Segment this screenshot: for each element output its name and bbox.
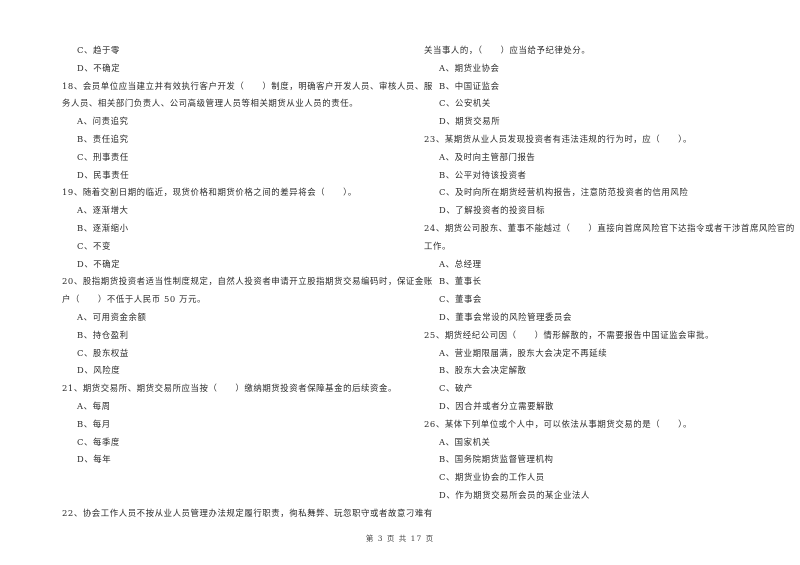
option-a: A、国家机关 xyxy=(439,436,491,447)
option-d: D、不确定 xyxy=(77,62,121,73)
option-b: B、国务院期货监督管理机构 xyxy=(439,454,554,465)
question-text: 22、协会工作人员不按从业人员管理办法规定履行职责，徇私舞弊、玩忽职守或者故意刁… xyxy=(62,507,433,518)
option-d: D、因合并或者分立需要解散 xyxy=(439,400,555,411)
option-c: C、不变 xyxy=(77,240,111,251)
option-d: D、董事会常设的风险管理委员会 xyxy=(439,311,572,322)
option-d: D、风险度 xyxy=(77,365,121,376)
option-b: B、公平对待该投资者 xyxy=(439,169,527,180)
option-a: A、每周 xyxy=(77,400,111,411)
question-text: 24、期货公司股东、董事不能越过（ ）直接向首席风险官下达指令或者干涉首席风险官… xyxy=(424,222,795,233)
option-c: C、股东权益 xyxy=(77,347,129,358)
question-20: 20、股指期货投资者适当性制度规定，自然人投资者申请开立股指期货交易编码时，保证… xyxy=(62,273,433,380)
option-c: C、趋于零 xyxy=(77,45,120,55)
question-text: 21、期货交易所、期货交易所应当按（ ）缴纳期货投资者保障基金的后续资金。 xyxy=(62,383,397,394)
question-text: 25、期货经纪公司因（ ）情形解散的，不需要报告中国证监会审批。 xyxy=(424,329,715,340)
question-text: 26、某体下列单位或个人中，可以依法从事期货交易的是（ ）。 xyxy=(424,418,692,429)
question-18: 18、会员单位应当建立并有效执行客户开发（ ）制度，明确客户开发人员、审核人员、… xyxy=(62,78,433,185)
page-number: 第 3 页 共 17 页 xyxy=(365,534,435,543)
question-24: 24、期货公司股东、董事不能越过（ ）直接向首席风险官下达指令或者干涉首席风险官… xyxy=(424,220,795,327)
option-c: C、每季度 xyxy=(77,436,120,447)
option-b: B、董事长 xyxy=(439,276,482,287)
option-b: B、责任追究 xyxy=(77,133,129,144)
option-a: A、及时向主管部门报告 xyxy=(439,151,536,162)
option-a: A、逐渐增大 xyxy=(77,205,129,216)
question-25: 25、期货经纪公司因（ ）情形解散的，不需要报告中国证监会审批。 A、营业期限届… xyxy=(424,327,776,416)
option-d: D、民事责任 xyxy=(77,169,130,180)
question-22: 22、协会工作人员不按从业人员管理办法规定履行职责，徇私舞弊、玩忽职守或者故意刁… xyxy=(62,505,433,523)
question-23: 23、某期货从业人员发现投资者有违法违规的行为时，应（ ）。 A、及时向主管部门… xyxy=(424,131,776,220)
question-17-tail: C、趋于零 D、不确定 xyxy=(62,42,412,78)
option-b: B、股东大会决定解散 xyxy=(439,365,527,376)
right-column: 关当事人的，（ ）应当给予纪律处分。 A、期货业协会 B、中国证监会 C、公安机… xyxy=(424,42,795,505)
option-a: A、期货业协会 xyxy=(439,62,500,73)
question-text: 18、会员单位应当建立并有效执行客户开发（ ）制度，明确客户开发人员、审核人员、… xyxy=(62,80,433,91)
option-d: D、不确定 xyxy=(77,258,121,269)
question-text: 工作。 xyxy=(424,240,451,251)
question-text: 关当事人的，（ ）应当给予纪律处分。 xyxy=(424,45,591,55)
option-b: B、逐渐缩小 xyxy=(77,222,129,233)
option-c: C、公安机关 xyxy=(439,98,491,109)
option-a: A、总经理 xyxy=(439,258,482,269)
question-19: 19、随着交割日期的临近，现货价格和期货价格之间的差异将会（ ）。 A、逐渐增大… xyxy=(62,184,412,273)
question-21: 21、期货交易所、期货交易所应当按（ ）缴纳期货投资者保障基金的后续资金。 A、… xyxy=(62,380,412,469)
option-a: A、可用资金余额 xyxy=(77,311,147,322)
question-text: 20、股指期货投资者适当性制度规定，自然人投资者申请开立股指期货交易编码时，保证… xyxy=(62,276,433,287)
option-c: C、董事会 xyxy=(439,294,482,305)
question-22-tail: 关当事人的，（ ）应当给予纪律处分。 A、期货业协会 B、中国证监会 C、公安机… xyxy=(424,42,776,131)
option-a: A、营业期限届满，股东大会决定不再延续 xyxy=(439,347,608,358)
option-b: B、持仓盈利 xyxy=(77,329,129,340)
option-c: C、刑事责任 xyxy=(77,151,129,162)
left-column: C、趋于零 D、不确定 18、会员单位应当建立并有效执行客户开发（ ）制度，明确… xyxy=(62,42,433,523)
option-c: C、期货业协会的工作人员 xyxy=(439,472,545,483)
option-d: D、期货交易所 xyxy=(439,116,501,127)
option-c: C、破产 xyxy=(439,383,473,394)
option-a: A、问责追究 xyxy=(77,116,129,127)
question-text: 23、某期货从业人员发现投资者有违法违规的行为时，应（ ）。 xyxy=(424,133,692,144)
question-text: 户（ ）不低于人民币 50 万元。 xyxy=(62,294,207,305)
question-26: 26、某体下列单位或个人中，可以依法从事期货交易的是（ ）。 A、国家机关 B、… xyxy=(424,416,776,505)
option-b: B、中国证监会 xyxy=(439,80,500,91)
option-c: C、及时向所在期货经营机构报告，注意防范投资者的信用风险 xyxy=(439,187,689,198)
option-b: B、每月 xyxy=(77,418,111,429)
option-d: D、作为期货交易所会员的某企业法人 xyxy=(439,489,590,500)
option-d: D、了解投资者的投资目标 xyxy=(439,205,546,216)
question-text: 19、随着交割日期的临近，现货价格和期货价格之间的差异将会（ ）。 xyxy=(62,187,357,198)
option-d: D、每年 xyxy=(77,454,112,465)
question-text: 务人员、相关部门负责人、公司高级管理人员等相关期货从业人员的责任。 xyxy=(62,98,359,109)
